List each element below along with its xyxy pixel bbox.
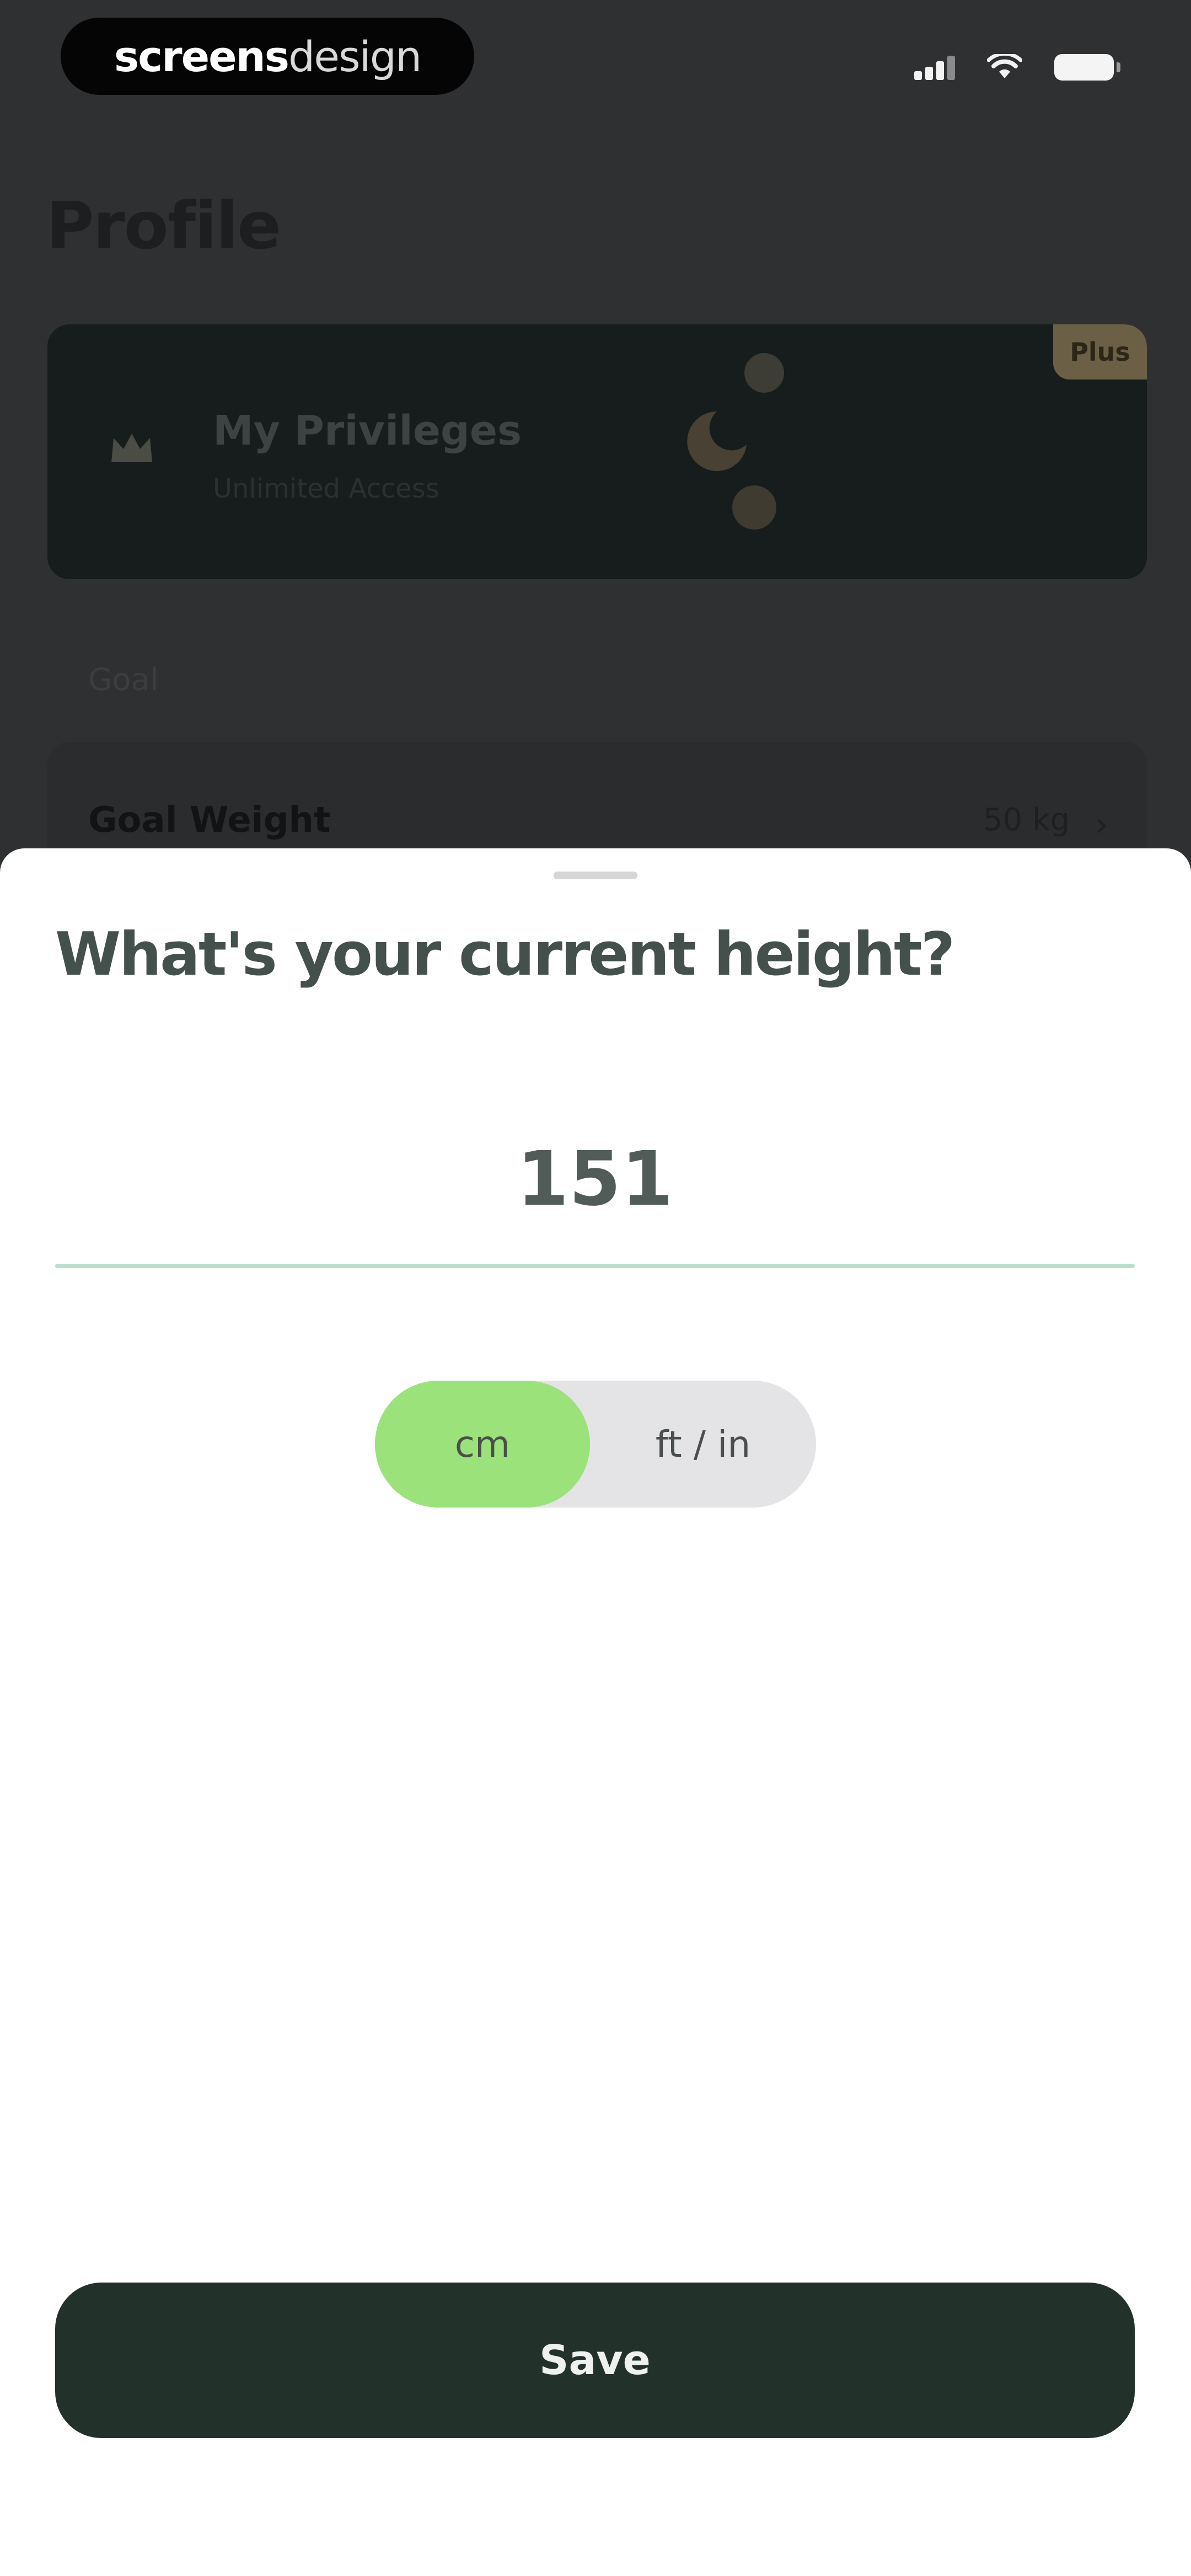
section-label: Goal (88, 662, 159, 698)
save-button[interactable]: Save (55, 2283, 1135, 2438)
input-underline (55, 1264, 1135, 1268)
goal-weight-label: Goal Weight (88, 800, 331, 841)
plus-badge: Plus (1053, 324, 1147, 380)
status-bar: screens design (0, 0, 1191, 116)
goal-weight-value: 50 kg (983, 802, 1070, 838)
decorative-dot (744, 353, 784, 393)
privileges-title: My Privileges (213, 407, 522, 455)
unit-option-ft-in[interactable]: ft / in (590, 1381, 816, 1508)
chevron-right-icon: › (1095, 805, 1108, 844)
brand-logo-bold: screens (114, 31, 289, 81)
wifi-icon (987, 54, 1022, 81)
privileges-subtitle: Unlimited Access (213, 473, 439, 504)
page-title: Profile (46, 188, 281, 264)
signal-icon (914, 55, 955, 80)
brand-logo-light: design (288, 31, 422, 81)
moon-icon (684, 408, 750, 477)
sheet-grabber[interactable] (554, 872, 637, 879)
decorative-dot (732, 485, 776, 530)
unit-option-cm[interactable]: cm (375, 1381, 590, 1508)
height-input[interactable] (55, 1135, 1135, 1223)
unit-toggle[interactable]: cm ft / in (375, 1381, 816, 1508)
brand-logo: screens design (61, 18, 474, 95)
status-icons (914, 51, 1120, 84)
height-bottom-sheet: What's your current height? cm ft / in S… (0, 848, 1191, 2576)
sheet-title: What's your current height? (55, 920, 955, 989)
crown-icon (108, 429, 155, 470)
battery-icon (1054, 54, 1120, 81)
privileges-card[interactable]: My Privileges Unlimited Access Plus (47, 324, 1147, 579)
